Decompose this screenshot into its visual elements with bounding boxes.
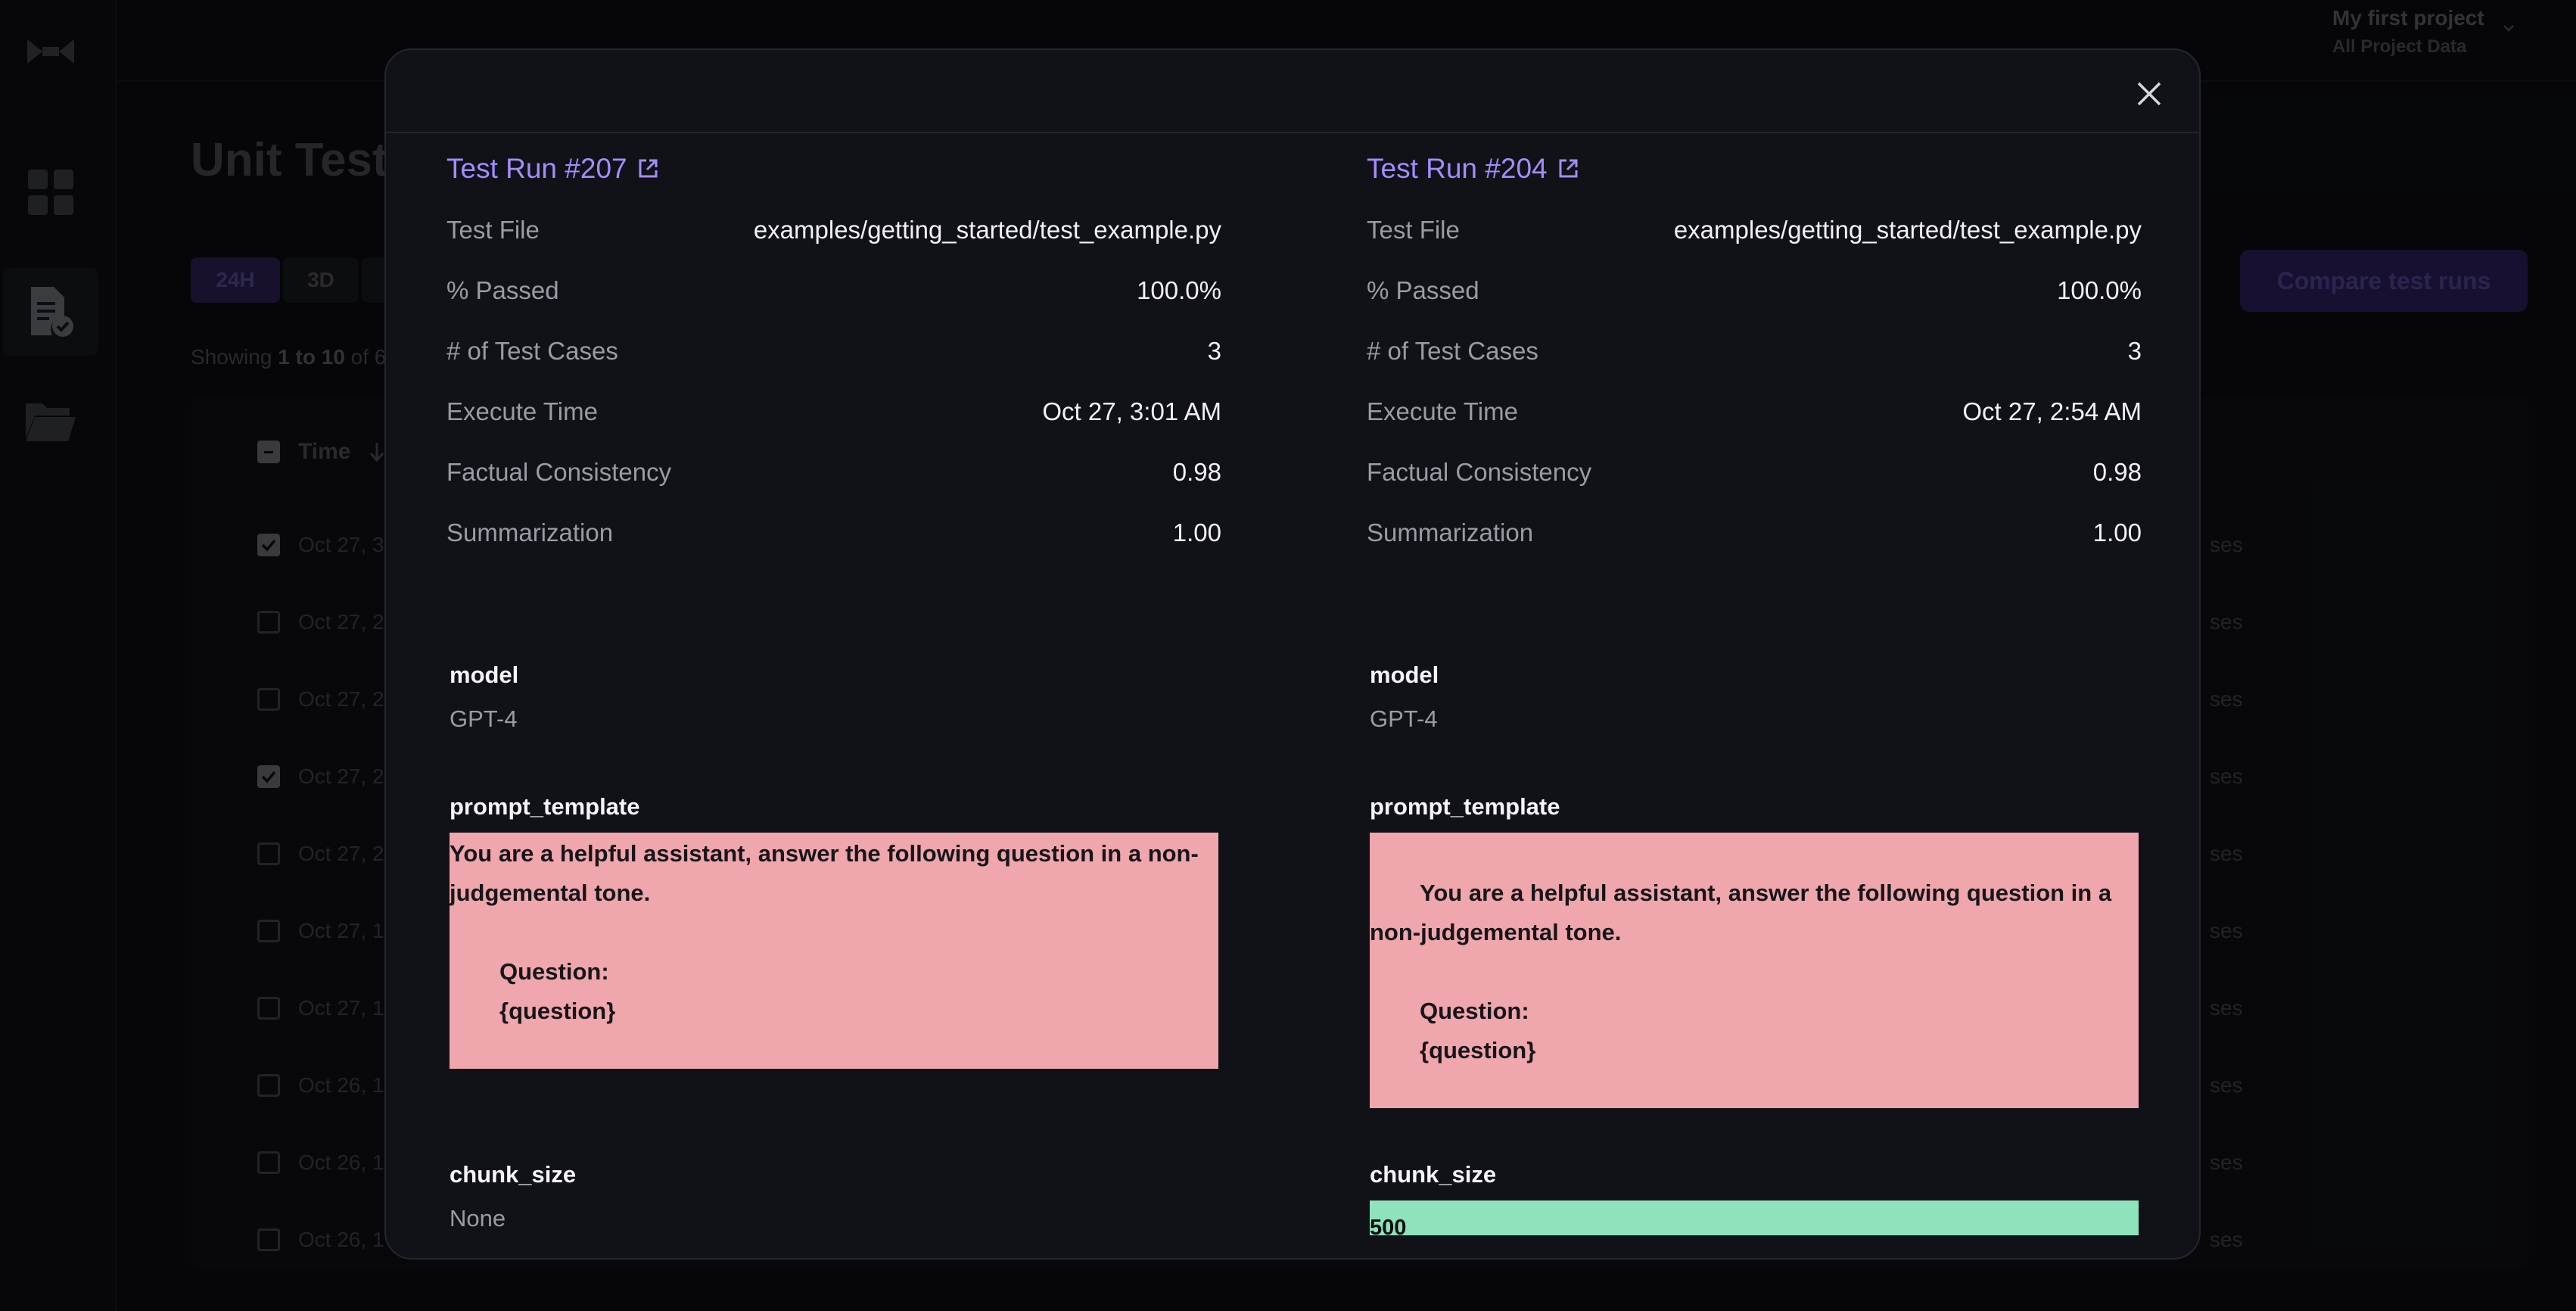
prompt-line: You are a helpful assistant, answer the … (450, 840, 1199, 867)
param-value-model: GPT-4 (1370, 705, 1438, 732)
prompt-blank-line (1370, 952, 2139, 992)
stat-label: Summarization (446, 518, 614, 547)
param-value-chunk-size-diff-added: 500 (1370, 1200, 2139, 1240)
stat-test-cases: # of Test Cases 3 (446, 329, 1221, 374)
param-value-model: GPT-4 (450, 705, 518, 732)
stat-summarization: Summarization 1.00 (1367, 510, 2142, 556)
test-run-link[interactable]: Test Run #204 (1367, 153, 1579, 185)
stat-test-file: Test File examples/getting_started/test_e… (1367, 207, 2142, 253)
param-value-chunk-size: None (450, 1205, 506, 1232)
stat-label: Execute Time (1367, 397, 1518, 425)
close-icon[interactable] (2134, 79, 2164, 109)
stat-value: examples/getting_started/test_example.py (1673, 216, 2142, 244)
stat-summarization: Summarization 1.00 (446, 510, 1221, 556)
stat-factual-consistency: Factual Consistency 0.98 (1367, 450, 2142, 495)
prompt-line: You are a helpful assistant, answer the … (1420, 880, 2112, 906)
param-label-prompt-template: prompt_template (1370, 793, 1560, 820)
stat-value: examples/getting_started/test_example.py (753, 216, 1221, 244)
external-link-icon[interactable] (1557, 157, 1579, 180)
prompt-template-diff-removed: You are a helpful assistant, answer the … (450, 833, 1218, 1069)
prompt-line: Question: (1420, 998, 1529, 1024)
stat-label: # of Test Cases (446, 337, 618, 365)
stat-value: Oct 27, 3:01 AM (1042, 397, 1221, 425)
stat-test-cases: # of Test Cases 3 (1367, 329, 2142, 374)
external-link-icon[interactable] (636, 157, 659, 180)
param-label-model: model (1370, 662, 1439, 688)
stat-label: Execute Time (446, 397, 598, 425)
stat-value: 1.00 (2092, 518, 2142, 547)
prompt-blank-line (450, 913, 1218, 952)
stat-value: Oct 27, 2:54 AM (1962, 397, 2142, 425)
prompt-line: judgemental tone. (450, 880, 651, 906)
prompt-line: {question} (499, 998, 616, 1024)
stat-label: Summarization (1367, 518, 1534, 547)
prompt-template-diff-removed: You are a helpful assistant, answer the … (1370, 833, 2139, 1108)
param-label-model: model (450, 662, 519, 688)
test-run-link[interactable]: Test Run #207 (446, 153, 659, 185)
compare-runs-modal: Test Run #207 Test File examples/getting_… (384, 48, 2201, 1260)
prompt-line: Question: (499, 958, 609, 985)
prompt-line: non-judgemental tone. (1370, 919, 1622, 945)
prompt-line: {question} (1420, 1037, 1536, 1063)
param-label-chunk-size: chunk_size (1370, 1161, 1497, 1188)
stat-value: 0.98 (1172, 458, 1221, 486)
stat-execute-time: Execute Time Oct 27, 3:01 AM (446, 389, 1221, 434)
stat-label: # of Test Cases (1367, 337, 1538, 365)
stat-label: Factual Consistency (1367, 458, 1592, 486)
stat-value: 3 (2127, 337, 2142, 365)
stat-test-file: Test File examples/getting_started/test_e… (446, 207, 1221, 253)
stat-passed: % Passed 100.0% (446, 268, 1221, 313)
stat-label: Test File (1367, 216, 1460, 244)
stat-label: % Passed (1367, 276, 1479, 304)
stat-factual-consistency: Factual Consistency 0.98 (446, 450, 1221, 495)
stat-value: 100.0% (1137, 276, 1221, 304)
param-label-chunk-size: chunk_size (450, 1161, 577, 1188)
stat-value: 1.00 (1172, 518, 1221, 547)
stat-value: 0.98 (2092, 458, 2142, 486)
stat-execute-time: Execute Time Oct 27, 2:54 AM (1367, 389, 2142, 434)
param-label-prompt-template: prompt_template (450, 793, 640, 820)
modal-header (386, 50, 2199, 133)
test-run-title[interactable]: Test Run #204 (1367, 153, 1548, 185)
stat-label: % Passed (446, 276, 559, 304)
test-run-title[interactable]: Test Run #207 (446, 153, 627, 185)
stat-label: Test File (446, 216, 540, 244)
stat-label: Factual Consistency (446, 458, 672, 486)
stat-value: 100.0% (2057, 276, 2142, 304)
stat-passed: % Passed 100.0% (1367, 268, 2142, 313)
stat-value: 3 (1207, 337, 1221, 365)
